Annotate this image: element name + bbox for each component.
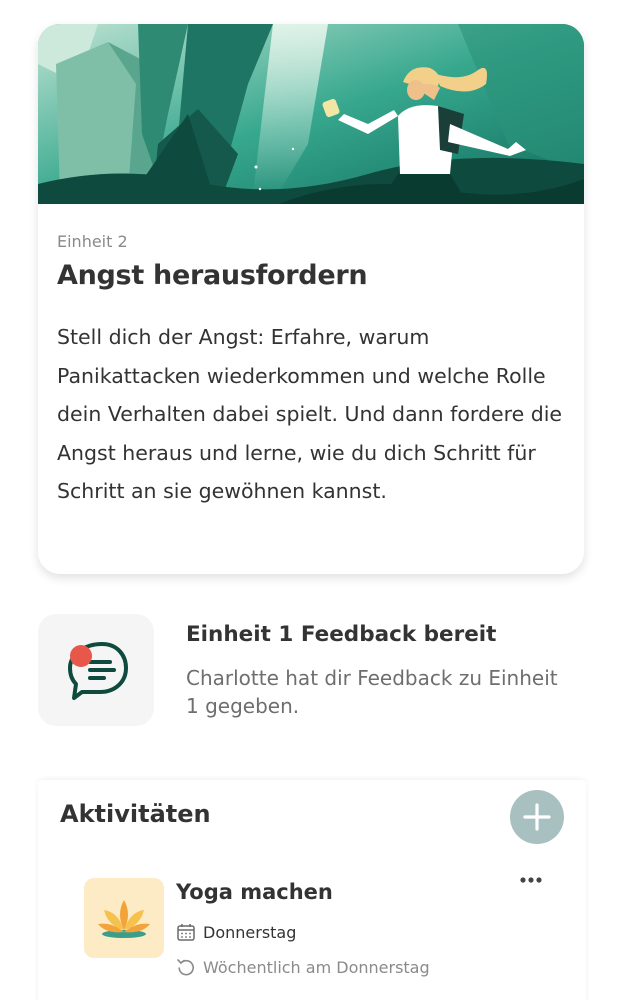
activities-title: Aktivitäten [60,800,211,828]
unit-card[interactable]: Einheit 2 Angst herausfordern Stell dich… [38,24,584,574]
add-activity-button[interactable] [510,790,564,844]
plus-icon [523,803,551,831]
calendar-icon [177,924,195,941]
unread-badge [70,645,92,667]
unit-title: Angst herausfordern [57,260,368,291]
hero-illustration [38,24,584,204]
chat-bubble-icon [68,642,128,700]
activity-recurrence: Wöchentlich am Donnerstag [203,957,430,977]
lotus-icon [98,900,150,938]
feedback-title: Einheit 1 Feedback bereit [186,622,497,647]
activity-name: Yoga machen [176,880,333,904]
more-options-button[interactable] [514,868,548,892]
activity-item[interactable]: Yoga machen Donnerstag Wöchentlich am Do… [84,877,554,988]
feedback-notification[interactable]: Einheit 1 Feedback bereit Charlotte hat … [38,612,584,730]
activity-day: Donnerstag [203,922,297,942]
activities-section: Aktivitäten Yoga machen Donnerstag Wöche… [38,780,586,1000]
unit-description: Stell dich der Angst: Erfahre, warum Pan… [57,325,563,503]
unit-number: Einheit 2 [57,232,128,251]
feedback-text: Charlotte hat dir Feedback zu Einheit 1 … [186,666,558,718]
more-dots-icon [520,877,542,883]
activity-recurrence-row: Wöchentlich am Donnerstag [176,957,430,977]
repeat-icon [177,959,194,976]
feedback-icon-box [38,614,154,726]
activity-thumbnail [84,878,164,958]
activity-day-row: Donnerstag [176,922,296,942]
